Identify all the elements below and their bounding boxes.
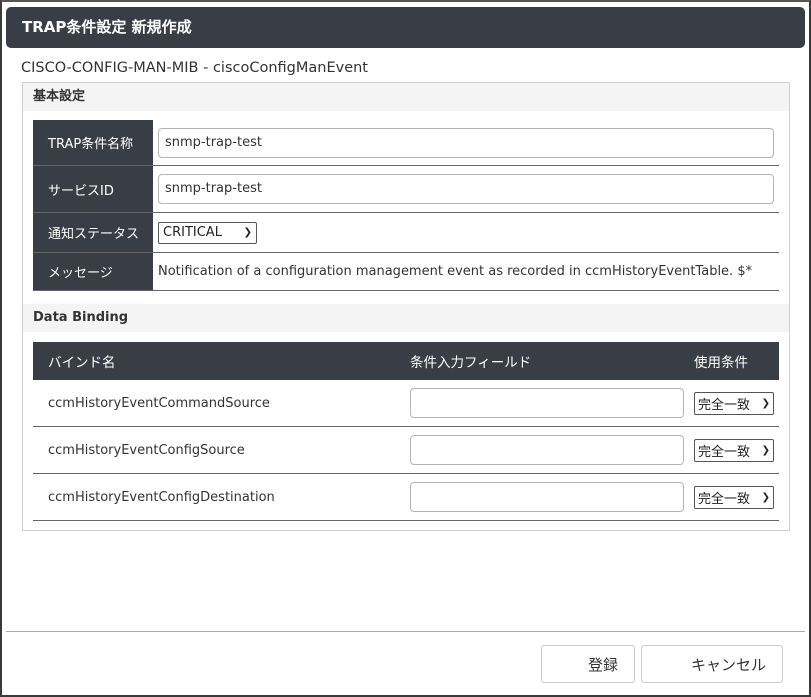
register-button[interactable]: 登録 bbox=[541, 645, 635, 683]
message-value: Notification of a configuration manageme… bbox=[158, 264, 753, 279]
match-select-value: 完全一致 bbox=[698, 491, 751, 507]
form-row-service-id: サービスID snmp-trap-test bbox=[33, 166, 779, 213]
binding-table-header: バインド名 条件入力フィールド 使用条件 bbox=[33, 342, 779, 380]
col-use-condition: 使用条件 bbox=[694, 355, 748, 371]
match-select[interactable]: 完全一致 ❯ bbox=[694, 438, 774, 462]
message-label: メッセージ bbox=[33, 253, 153, 290]
condition-input[interactable] bbox=[410, 435, 684, 465]
match-select[interactable]: 完全一致 ❯ bbox=[694, 391, 774, 415]
chevron-down-icon: ❯ bbox=[243, 227, 252, 238]
mib-subtitle: CISCO-CONFIG-MAN-MIB - ciscoConfigManEve… bbox=[21, 60, 368, 76]
chevron-down-icon: ❯ bbox=[761, 491, 770, 503]
service-id-input[interactable]: snmp-trap-test bbox=[158, 174, 774, 204]
basic-settings-header: 基本設定 bbox=[23, 83, 789, 111]
binding-table: バインド名 条件入力フィールド 使用条件 ccmHistoryEventComm… bbox=[33, 342, 779, 521]
match-select-value: 完全一致 bbox=[698, 444, 751, 460]
settings-panel: 基本設定 TRAP条件名称 snmp-trap-test サービスID snmp… bbox=[22, 82, 790, 531]
status-select[interactable]: CRITICAL ❯ bbox=[158, 221, 257, 244]
status-select-value: CRITICAL bbox=[163, 225, 222, 240]
dialog-title: TRAP条件設定 新規作成 bbox=[6, 7, 805, 48]
match-select-value: 完全一致 bbox=[698, 397, 751, 413]
trap-name-label: TRAP条件名称 bbox=[33, 120, 153, 165]
bind-name: ccmHistoryEventConfigDestination bbox=[48, 489, 275, 505]
table-row: ccmHistoryEventConfigDestination 完全一致 ❯ bbox=[33, 474, 779, 521]
col-bind-name: バインド名 bbox=[48, 355, 116, 371]
service-id-label: サービスID bbox=[33, 166, 153, 212]
basic-settings-table: TRAP条件名称 snmp-trap-test サービスID snmp-trap… bbox=[33, 120, 779, 291]
match-select[interactable]: 完全一致 ❯ bbox=[694, 485, 774, 509]
form-row-trap-name: TRAP条件名称 snmp-trap-test bbox=[33, 120, 779, 166]
condition-input[interactable] bbox=[410, 388, 684, 418]
chevron-down-icon: ❯ bbox=[761, 397, 770, 409]
status-label: 通知ステータス bbox=[33, 213, 153, 252]
col-condition-field: 条件入力フィールド bbox=[410, 355, 532, 371]
condition-input[interactable] bbox=[410, 482, 684, 512]
chevron-down-icon: ❯ bbox=[761, 444, 770, 456]
cancel-button[interactable]: キャンセル bbox=[641, 645, 783, 683]
footer-divider bbox=[6, 631, 805, 632]
data-binding-header: Data Binding bbox=[23, 304, 789, 332]
bind-name: ccmHistoryEventConfigSource bbox=[48, 442, 245, 458]
form-row-status: 通知ステータス CRITICAL ❯ bbox=[33, 213, 779, 253]
table-row: ccmHistoryEventCommandSource 完全一致 ❯ bbox=[33, 380, 779, 427]
table-row: ccmHistoryEventConfigSource 完全一致 ❯ bbox=[33, 427, 779, 474]
trap-name-input[interactable]: snmp-trap-test bbox=[158, 127, 774, 158]
form-row-message: メッセージ Notification of a configuration ma… bbox=[33, 253, 779, 291]
bind-name: ccmHistoryEventCommandSource bbox=[48, 395, 270, 411]
